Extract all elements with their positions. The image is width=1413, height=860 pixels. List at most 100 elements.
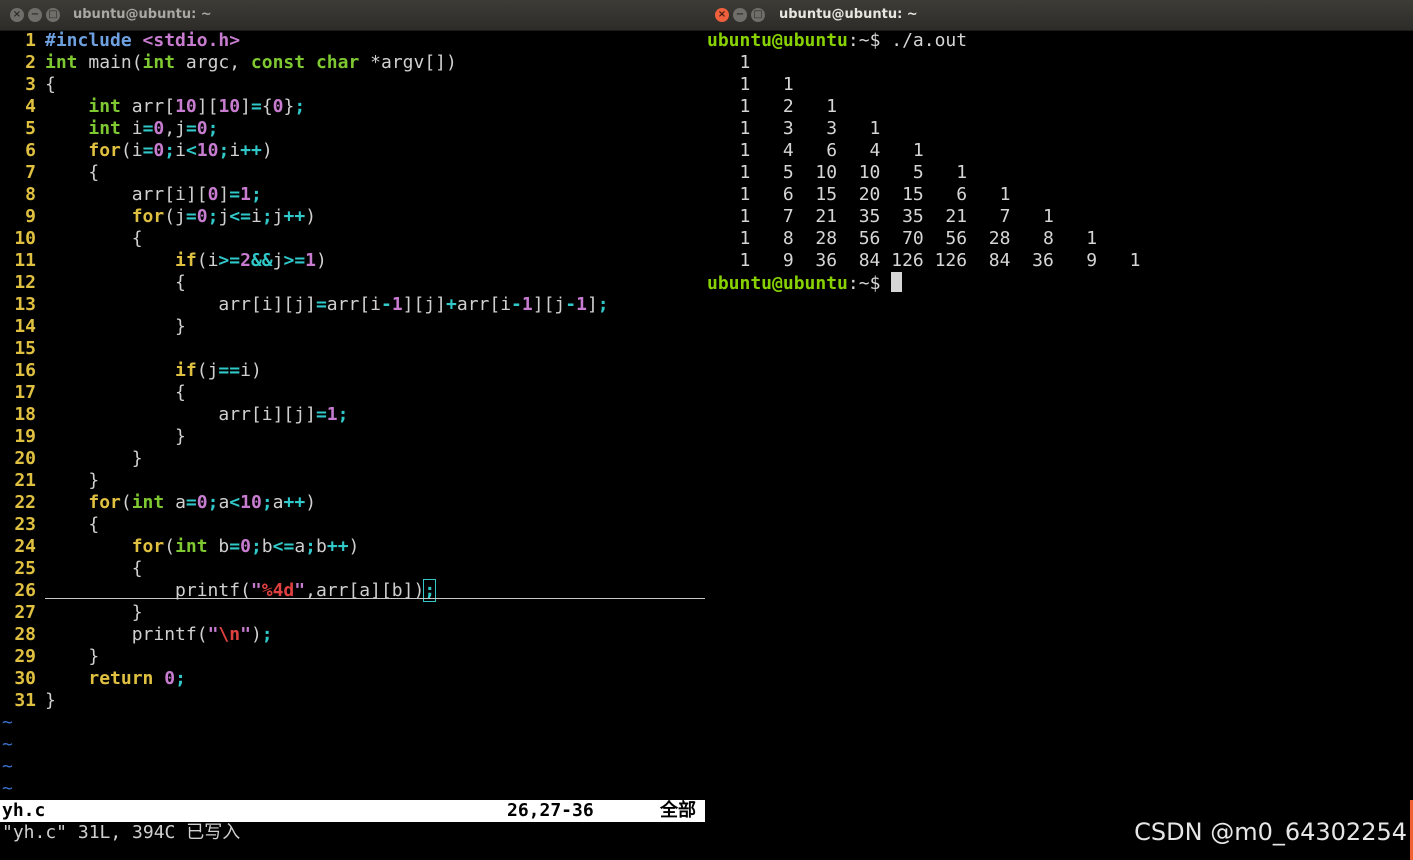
code-line[interactable]: 9 for(j=0;j<=i;j++) xyxy=(0,206,316,228)
code-line[interactable]: 18 arr[i][j]=1; xyxy=(0,404,348,426)
line-number: 10 xyxy=(14,228,36,249)
code-line[interactable]: 4 int arr[10][10]={0}; xyxy=(0,96,305,118)
code-text: } xyxy=(45,470,100,491)
code-line[interactable]: 6 for(i=0;i<10;i++) xyxy=(0,140,273,162)
current-prompt-line[interactable]: ubuntu@ubuntu:~$ xyxy=(707,272,903,294)
line-number: 31 xyxy=(14,690,36,711)
code-text: for(int a=0;a<10;a++) xyxy=(88,492,317,513)
code-text: int arr[10][10]={0}; xyxy=(88,96,306,117)
code-line[interactable]: 20 } xyxy=(0,448,142,470)
watermark: CSDN @m0_64302254 xyxy=(1134,818,1407,846)
empty-line-tilde: ~ xyxy=(2,756,13,777)
line-number: 1 xyxy=(25,30,36,51)
code-line[interactable]: 31} xyxy=(0,690,56,712)
minimize-icon[interactable]: − xyxy=(28,8,42,22)
line-number: 7 xyxy=(25,162,36,183)
line-number: 16 xyxy=(14,360,36,381)
output-line: 1 7 21 35 35 21 7 1 xyxy=(707,206,1054,227)
minimize-icon[interactable]: − xyxy=(733,8,747,22)
code-line[interactable]: 30 return 0; xyxy=(0,668,186,690)
code-line[interactable]: 17 { xyxy=(0,382,186,404)
code-line[interactable]: 25 { xyxy=(0,558,143,580)
code-text: { xyxy=(45,558,143,579)
prompt-path: :~$ xyxy=(847,30,892,51)
code-text: { xyxy=(45,162,100,183)
line-number: 26 xyxy=(14,580,36,601)
line-number: 27 xyxy=(14,602,36,623)
line-number: 11 xyxy=(14,250,36,271)
status-filename: yh.c xyxy=(2,800,46,821)
code-text: printf("\n"); xyxy=(45,624,273,645)
code-text: } xyxy=(45,426,186,447)
output-line: 1 2 1 xyxy=(707,96,838,117)
code-line[interactable]: 24 for(int b=0;b<=a;b++) xyxy=(0,536,359,558)
code-text: { xyxy=(45,74,56,95)
terminal-cursor xyxy=(891,272,903,292)
code-line[interactable]: 16 if(j==i) xyxy=(0,360,261,382)
line-number: 30 xyxy=(14,668,36,689)
code-text: return 0; xyxy=(88,668,186,689)
code-text: int i=0,j=0; xyxy=(88,118,219,139)
line-number: 12 xyxy=(14,272,36,293)
code-text: { xyxy=(45,272,186,293)
code-text: int main(int argc, const char *argv[]) xyxy=(45,52,457,73)
vim-message-line: "yh.c" 31L, 394C 已写入 xyxy=(2,822,241,843)
code-line[interactable]: 14 } xyxy=(0,316,186,338)
output-line: 1 xyxy=(707,52,751,73)
maximize-icon[interactable]: □ xyxy=(46,8,60,22)
close-icon[interactable]: × xyxy=(10,8,24,22)
line-number: 19 xyxy=(14,426,36,447)
code-line[interactable]: 10 { xyxy=(0,228,143,250)
output-line: 1 3 3 1 xyxy=(707,118,881,139)
code-line[interactable]: 3{ xyxy=(0,74,56,96)
vim-terminal-window[interactable]: × − □ ubuntu@ubuntu: ~ 1 #include <stdio.… xyxy=(0,0,705,860)
line-number: 17 xyxy=(14,382,36,403)
code-line[interactable]: 21 } xyxy=(0,470,99,492)
code-line[interactable]: 2 int main(int argc, const char *argv[]) xyxy=(0,52,457,74)
line-number: 4 xyxy=(25,96,36,117)
line-number: 29 xyxy=(14,646,36,667)
output-line: 1 5 10 10 5 1 xyxy=(707,162,968,183)
line-number: 24 xyxy=(14,536,36,557)
output-line: 1 4 6 4 1 xyxy=(707,140,924,161)
prompt-path: :~$ xyxy=(847,273,892,294)
code-text: if(i>=2&&j>=1) xyxy=(175,250,327,271)
line-number: 22 xyxy=(14,492,36,513)
code-text: { xyxy=(45,228,143,249)
command-line: ubuntu@ubuntu:~$ ./a.out xyxy=(707,30,967,52)
code-line[interactable]: 5 int i=0,j=0; xyxy=(0,118,218,140)
code-line[interactable]: 22 for(int a=0;a<10;a++) xyxy=(0,492,316,514)
code-line[interactable]: 15 xyxy=(0,338,45,360)
code-line[interactable]: 19 } xyxy=(0,426,186,448)
empty-line-tilde: ~ xyxy=(2,778,13,799)
empty-line-tilde: ~ xyxy=(2,734,13,755)
code-line[interactable]: 28 printf("\n"); xyxy=(0,624,273,646)
code-line[interactable]: 27 } xyxy=(0,602,143,624)
code-text: for(j=0;j<=i;j++) xyxy=(131,206,317,227)
line-number: 20 xyxy=(14,448,36,469)
code-line[interactable]: 29 } xyxy=(0,646,99,668)
code-line[interactable]: 13 arr[i][j]=arr[i-1][j]+arr[i-1][j-1]; xyxy=(0,294,608,316)
code-text: } xyxy=(45,602,143,623)
code-text: arr[i][j]=1; xyxy=(45,404,349,425)
code-text: arr[i][0]=1; xyxy=(45,184,262,205)
code-line[interactable]: 11 if(i>=2&&j>=1) xyxy=(0,250,327,272)
code-line[interactable]: 7 { xyxy=(0,162,99,184)
line-number: 5 xyxy=(25,118,36,139)
close-icon[interactable]: × xyxy=(715,8,729,22)
code-line[interactable]: 1 #include <stdio.h> xyxy=(0,30,240,52)
line-number: 18 xyxy=(14,404,36,425)
code-line[interactable]: 8 arr[i][0]=1; xyxy=(0,184,262,206)
line-number: 3 xyxy=(25,74,36,95)
output-line: 1 8 28 56 70 56 28 8 1 xyxy=(707,228,1098,249)
line-number: 21 xyxy=(14,470,36,491)
maximize-icon[interactable]: □ xyxy=(751,8,765,22)
window-titlebar[interactable]: × − □ ubuntu@ubuntu: ~ xyxy=(705,0,1413,31)
line-number: 13 xyxy=(14,294,36,315)
prompt-user: ubuntu@ubuntu xyxy=(707,273,848,294)
code-line[interactable]: 23 { xyxy=(0,514,99,536)
code-line[interactable]: 12 { xyxy=(0,272,186,294)
status-scroll: 全部 xyxy=(660,800,696,821)
terminal-window[interactable]: × − □ ubuntu@ubuntu: ~ ubuntu@ubuntu:~$ … xyxy=(705,0,1413,860)
window-titlebar[interactable]: × − □ ubuntu@ubuntu: ~ xyxy=(0,0,705,31)
